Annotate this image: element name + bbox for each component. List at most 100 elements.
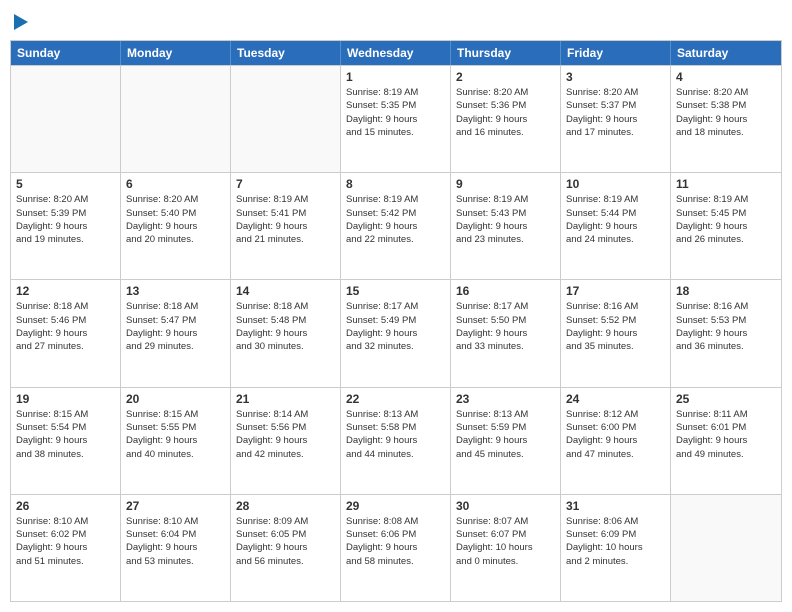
cell-info: Sunrise: 8:12 AMSunset: 6:00 PMDaylight:… xyxy=(566,408,665,461)
cell-info: Sunrise: 8:11 AMSunset: 6:01 PMDaylight:… xyxy=(676,408,776,461)
header xyxy=(10,10,782,32)
day-number: 15 xyxy=(346,284,445,298)
cell-info: Sunrise: 8:20 AMSunset: 5:39 PMDaylight:… xyxy=(16,193,115,246)
cell-info: Sunrise: 8:16 AMSunset: 5:53 PMDaylight:… xyxy=(676,300,776,353)
cal-cell-4-6 xyxy=(671,495,781,601)
logo xyxy=(10,10,30,32)
day-number: 4 xyxy=(676,70,776,84)
header-saturday: Saturday xyxy=(671,41,781,65)
cell-info: Sunrise: 8:19 AMSunset: 5:44 PMDaylight:… xyxy=(566,193,665,246)
cell-info: Sunrise: 8:09 AMSunset: 6:05 PMDaylight:… xyxy=(236,515,335,568)
day-number: 22 xyxy=(346,392,445,406)
cal-row-3: 19 Sunrise: 8:15 AMSunset: 5:54 PMDayligh… xyxy=(11,387,781,494)
cell-info: Sunrise: 8:15 AMSunset: 5:54 PMDaylight:… xyxy=(16,408,115,461)
cal-cell-2-2: 14 Sunrise: 8:18 AMSunset: 5:48 PMDayligh… xyxy=(231,280,341,386)
header-friday: Friday xyxy=(561,41,671,65)
cal-cell-3-6: 25 Sunrise: 8:11 AMSunset: 6:01 PMDayligh… xyxy=(671,388,781,494)
day-number: 24 xyxy=(566,392,665,406)
cell-info: Sunrise: 8:17 AMSunset: 5:49 PMDaylight:… xyxy=(346,300,445,353)
header-monday: Monday xyxy=(121,41,231,65)
cal-cell-0-4: 2 Sunrise: 8:20 AMSunset: 5:36 PMDaylight… xyxy=(451,66,561,172)
cal-cell-1-6: 11Sunrise: 8:19 AMSunset: 5:45 PMDayligh… xyxy=(671,173,781,279)
cal-cell-0-1 xyxy=(121,66,231,172)
cal-cell-1-5: 10 Sunrise: 8:19 AMSunset: 5:44 PMDayligh… xyxy=(561,173,671,279)
cell-info: Sunrise: 8:06 AMSunset: 6:09 PMDaylight:… xyxy=(566,515,665,568)
page: Sunday Monday Tuesday Wednesday Thursday… xyxy=(0,0,792,612)
day-number: 28 xyxy=(236,499,335,513)
cell-info: Sunrise: 8:08 AMSunset: 6:06 PMDaylight:… xyxy=(346,515,445,568)
day-number: 23 xyxy=(456,392,555,406)
cell-info: Sunrise: 8:20 AMSunset: 5:37 PMDaylight:… xyxy=(566,86,665,139)
cell-info: Sunrise: 8:20 AMSunset: 5:36 PMDaylight:… xyxy=(456,86,555,139)
cell-info: Sunrise: 8:16 AMSunset: 5:52 PMDaylight:… xyxy=(566,300,665,353)
cal-cell-3-4: 23Sunrise: 8:13 AMSunset: 5:59 PMDayligh… xyxy=(451,388,561,494)
cal-cell-0-0 xyxy=(11,66,121,172)
header-wednesday: Wednesday xyxy=(341,41,451,65)
day-number: 13 xyxy=(126,284,225,298)
day-number: 27 xyxy=(126,499,225,513)
cal-cell-4-3: 29 Sunrise: 8:08 AMSunset: 6:06 PMDayligh… xyxy=(341,495,451,601)
cell-info: Sunrise: 8:10 AMSunset: 6:04 PMDaylight:… xyxy=(126,515,225,568)
cell-info: Sunrise: 8:19 AMSunset: 5:42 PMDaylight:… xyxy=(346,193,445,246)
calendar-body: 1 Sunrise: 8:19 AMSunset: 5:35 PMDaylight… xyxy=(11,65,781,601)
cal-cell-4-4: 30Sunrise: 8:07 AMSunset: 6:07 PMDayligh… xyxy=(451,495,561,601)
cal-cell-4-0: 26Sunrise: 8:10 AMSunset: 6:02 PMDayligh… xyxy=(11,495,121,601)
cal-cell-3-1: 20 Sunrise: 8:15 AMSunset: 5:55 PMDayligh… xyxy=(121,388,231,494)
day-number: 7 xyxy=(236,177,335,191)
day-number: 20 xyxy=(126,392,225,406)
cal-cell-1-0: 5 Sunrise: 8:20 AMSunset: 5:39 PMDaylight… xyxy=(11,173,121,279)
day-number: 2 xyxy=(456,70,555,84)
day-number: 8 xyxy=(346,177,445,191)
day-number: 10 xyxy=(566,177,665,191)
cal-cell-1-4: 9Sunrise: 8:19 AMSunset: 5:43 PMDaylight… xyxy=(451,173,561,279)
cal-cell-4-2: 28 Sunrise: 8:09 AMSunset: 6:05 PMDayligh… xyxy=(231,495,341,601)
cal-cell-2-6: 18Sunrise: 8:16 AMSunset: 5:53 PMDayligh… xyxy=(671,280,781,386)
day-number: 26 xyxy=(16,499,115,513)
day-number: 5 xyxy=(16,177,115,191)
cal-cell-4-1: 27 Sunrise: 8:10 AMSunset: 6:04 PMDayligh… xyxy=(121,495,231,601)
day-number: 19 xyxy=(16,392,115,406)
calendar: Sunday Monday Tuesday Wednesday Thursday… xyxy=(10,40,782,602)
cal-row-2: 12 Sunrise: 8:18 AMSunset: 5:46 PMDayligh… xyxy=(11,279,781,386)
cal-cell-3-3: 22 Sunrise: 8:13 AMSunset: 5:58 PMDayligh… xyxy=(341,388,451,494)
cal-cell-3-0: 19 Sunrise: 8:15 AMSunset: 5:54 PMDayligh… xyxy=(11,388,121,494)
calendar-header: Sunday Monday Tuesday Wednesday Thursday… xyxy=(11,41,781,65)
cal-cell-4-5: 31 Sunrise: 8:06 AMSunset: 6:09 PMDayligh… xyxy=(561,495,671,601)
day-number: 9 xyxy=(456,177,555,191)
cal-cell-2-0: 12 Sunrise: 8:18 AMSunset: 5:46 PMDayligh… xyxy=(11,280,121,386)
cell-info: Sunrise: 8:18 AMSunset: 5:48 PMDaylight:… xyxy=(236,300,335,353)
cal-cell-1-1: 6 Sunrise: 8:20 AMSunset: 5:40 PMDaylight… xyxy=(121,173,231,279)
cell-info: Sunrise: 8:20 AMSunset: 5:38 PMDaylight:… xyxy=(676,86,776,139)
day-number: 1 xyxy=(346,70,445,84)
day-number: 3 xyxy=(566,70,665,84)
day-number: 21 xyxy=(236,392,335,406)
cell-info: Sunrise: 8:13 AMSunset: 5:58 PMDaylight:… xyxy=(346,408,445,461)
day-number: 25 xyxy=(676,392,776,406)
cell-info: Sunrise: 8:17 AMSunset: 5:50 PMDaylight:… xyxy=(456,300,555,353)
header-sunday: Sunday xyxy=(11,41,121,65)
cal-cell-2-1: 13 Sunrise: 8:18 AMSunset: 5:47 PMDayligh… xyxy=(121,280,231,386)
day-number: 11 xyxy=(676,177,776,191)
cal-cell-1-2: 7Sunrise: 8:19 AMSunset: 5:41 PMDaylight… xyxy=(231,173,341,279)
cal-cell-1-3: 8 Sunrise: 8:19 AMSunset: 5:42 PMDaylight… xyxy=(341,173,451,279)
day-number: 29 xyxy=(346,499,445,513)
cal-cell-0-5: 3 Sunrise: 8:20 AMSunset: 5:37 PMDaylight… xyxy=(561,66,671,172)
day-number: 16 xyxy=(456,284,555,298)
header-tuesday: Tuesday xyxy=(231,41,341,65)
cell-info: Sunrise: 8:20 AMSunset: 5:40 PMDaylight:… xyxy=(126,193,225,246)
cell-info: Sunrise: 8:19 AMSunset: 5:35 PMDaylight:… xyxy=(346,86,445,139)
cell-info: Sunrise: 8:18 AMSunset: 5:47 PMDaylight:… xyxy=(126,300,225,353)
cal-cell-3-5: 24 Sunrise: 8:12 AMSunset: 6:00 PMDayligh… xyxy=(561,388,671,494)
cal-cell-2-3: 15 Sunrise: 8:17 AMSunset: 5:49 PMDayligh… xyxy=(341,280,451,386)
cal-cell-2-5: 17Sunrise: 8:16 AMSunset: 5:52 PMDayligh… xyxy=(561,280,671,386)
day-number: 14 xyxy=(236,284,335,298)
cal-row-4: 26Sunrise: 8:10 AMSunset: 6:02 PMDayligh… xyxy=(11,494,781,601)
cal-row-0: 1 Sunrise: 8:19 AMSunset: 5:35 PMDaylight… xyxy=(11,65,781,172)
cal-row-1: 5 Sunrise: 8:20 AMSunset: 5:39 PMDaylight… xyxy=(11,172,781,279)
day-number: 6 xyxy=(126,177,225,191)
day-number: 31 xyxy=(566,499,665,513)
cell-info: Sunrise: 8:14 AMSunset: 5:56 PMDaylight:… xyxy=(236,408,335,461)
cell-info: Sunrise: 8:15 AMSunset: 5:55 PMDaylight:… xyxy=(126,408,225,461)
cell-info: Sunrise: 8:18 AMSunset: 5:46 PMDaylight:… xyxy=(16,300,115,353)
day-number: 12 xyxy=(16,284,115,298)
